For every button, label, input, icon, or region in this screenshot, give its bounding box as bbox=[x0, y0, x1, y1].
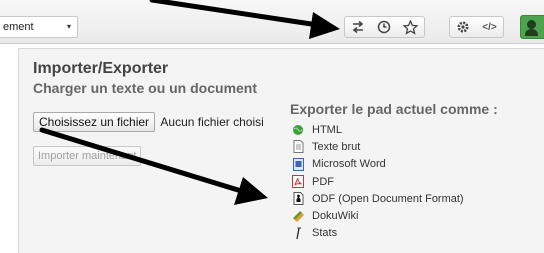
annotation-arrow-bottom bbox=[39, 127, 241, 193]
annotation-arrow-top-head bbox=[309, 12, 340, 39]
annotation-arrow-top bbox=[149, 0, 321, 28]
annotation-arrow-bottom-head bbox=[234, 177, 268, 205]
annotation-arrows bbox=[39, 0, 340, 205]
